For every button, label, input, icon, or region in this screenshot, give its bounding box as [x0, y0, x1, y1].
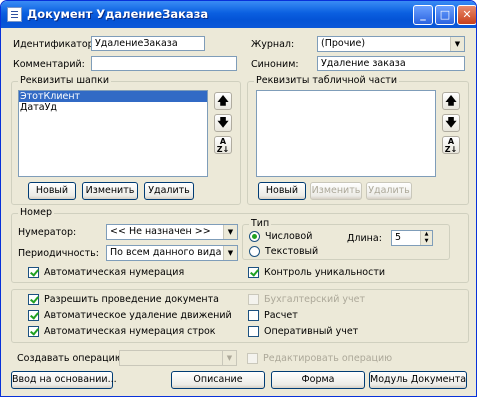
synonym-field[interactable]: Удаление заказа: [317, 56, 465, 71]
chevron-down-icon[interactable]: ▼: [450, 37, 464, 51]
id-field[interactable]: УдалениеЗаказа: [91, 36, 205, 51]
table-delete-button[interactable]: Удалить: [366, 182, 412, 200]
calc-checkbox[interactable]: [248, 310, 259, 321]
header-new-button[interactable]: Новый: [28, 182, 76, 200]
down-arrow-icon[interactable]: 🡇: [214, 114, 232, 132]
text-radio[interactable]: [249, 246, 260, 257]
document-icon: [7, 7, 22, 22]
numerator-label: Нумератор:: [18, 227, 77, 238]
auto-delete-label: Автоматическое удаление движений: [44, 310, 232, 321]
up-arrow-icon[interactable]: 🡅: [214, 92, 232, 110]
sort-az-icon[interactable]: A Z↓: [214, 136, 232, 154]
table-new-button[interactable]: Новый: [258, 182, 306, 200]
spin-down-icon[interactable]: ▼: [420, 238, 432, 245]
auto-row-number-checkbox[interactable]: [28, 326, 39, 337]
type-title: Тип: [249, 218, 272, 229]
numeric-label: Числовой: [265, 231, 313, 242]
auto-row-number-label: Автоматическая нумерация строк: [44, 326, 216, 337]
calc-label: Расчет: [264, 310, 298, 321]
operational-label: Оперативный учет: [264, 326, 359, 337]
form-button[interactable]: Форма: [271, 371, 365, 389]
list-item[interactable]: ЭтотКлиент: [19, 91, 207, 102]
minimize-button[interactable]: _: [413, 5, 433, 25]
spin-up-icon[interactable]: ▲: [420, 231, 432, 238]
text-label: Текстовый: [265, 246, 319, 257]
number-title: Номер: [18, 207, 54, 218]
close-button[interactable]: ✕: [457, 5, 476, 25]
header-requisites-list[interactable]: ЭтотКлиент ДатаУд: [18, 90, 208, 177]
length-value: 5: [395, 232, 402, 243]
period-value: По всем данного вида: [110, 247, 222, 258]
uniqueness-label: Контроль уникальности: [264, 267, 386, 278]
auto-numbering-checkbox[interactable]: [28, 267, 39, 278]
length-label: Длина:: [347, 233, 382, 244]
uniqueness-checkbox[interactable]: [248, 267, 259, 278]
journal-value: (Прочие): [321, 38, 366, 49]
table-requisites-group: Реквизиты табличной части 🡅 🡇 A Z↓ Новый …: [247, 75, 469, 205]
description-button[interactable]: Описание: [171, 371, 265, 389]
operational-checkbox[interactable]: [248, 326, 259, 337]
numerator-select[interactable]: << Не назначен >> ▼: [106, 224, 238, 240]
header-delete-button[interactable]: Удалить: [144, 182, 194, 200]
table-requisites-list[interactable]: [256, 90, 436, 177]
chevron-down-icon[interactable]: ▼: [223, 246, 237, 260]
header-requisites-group: Реквизиты шапки ЭтотКлиент ДатаУд 🡅 🡇 AZ…: [11, 75, 241, 205]
journal-select[interactable]: (Прочие) ▼: [317, 36, 465, 52]
comment-field[interactable]: [91, 56, 237, 71]
sort-az-icon[interactable]: A Z↓: [442, 136, 460, 154]
options-group: Разрешить проведение документа Автоматич…: [11, 289, 469, 343]
period-label: Периодичность:: [18, 248, 99, 259]
table-requisites-title: Реквизиты табличной части: [254, 75, 400, 86]
basis-button[interactable]: Ввод на основании...: [11, 371, 117, 389]
journal-label: Журнал:: [251, 39, 295, 50]
create-operation-label: Создавать операцию:: [17, 353, 127, 364]
module-button[interactable]: Модуль Документа: [369, 371, 467, 389]
allow-posting-label: Разрешить проведение документа: [44, 294, 219, 305]
length-spinner[interactable]: 5 ▲ ▼: [391, 230, 433, 246]
auto-delete-checkbox[interactable]: [28, 310, 39, 321]
edit-operation-checkbox[interactable]: [247, 353, 258, 364]
up-arrow-icon[interactable]: 🡅: [442, 92, 460, 110]
header-requisites-title: Реквизиты шапки: [18, 75, 112, 86]
number-group: Номер Нумератор: << Не назначен >> ▼ Пер…: [11, 207, 469, 283]
chevron-down-icon[interactable]: ▼: [223, 225, 237, 239]
down-arrow-icon[interactable]: 🡇: [442, 114, 460, 132]
accounting-label: Бухгалтерский учет: [264, 294, 365, 305]
accounting-checkbox[interactable]: [248, 294, 259, 305]
header-edit-button[interactable]: Изменить: [82, 182, 138, 200]
maximize-button[interactable]: □: [435, 5, 455, 25]
id-label: Идентификатор:: [13, 39, 97, 50]
numeric-radio[interactable]: [249, 231, 260, 242]
create-operation-select[interactable]: ▼: [119, 350, 237, 366]
period-select[interactable]: По всем данного вида ▼: [106, 245, 238, 261]
comment-label: Комментарий:: [13, 59, 85, 70]
auto-numbering-label: Автоматическая нумерация: [44, 267, 185, 278]
table-edit-button[interactable]: Изменить: [310, 182, 362, 200]
list-item[interactable]: ДатаУд: [19, 102, 207, 113]
title-bar[interactable]: Документ УдалениеЗаказа _ □ ✕: [1, 1, 476, 28]
window-title: Документ УдалениеЗаказа: [27, 7, 209, 21]
edit-operation-label: Редактировать операцию: [263, 353, 393, 364]
synonym-label: Синоним:: [251, 59, 299, 70]
chevron-down-icon[interactable]: ▼: [222, 351, 236, 365]
type-group: Тип Числовой Текстовый Длина: 5 ▲ ▼: [242, 218, 450, 260]
numerator-value: << Не назначен >>: [110, 226, 211, 237]
document-window: Документ УдалениеЗаказа _ □ ✕ Идентифика…: [0, 0, 477, 397]
allow-posting-checkbox[interactable]: [28, 294, 39, 305]
